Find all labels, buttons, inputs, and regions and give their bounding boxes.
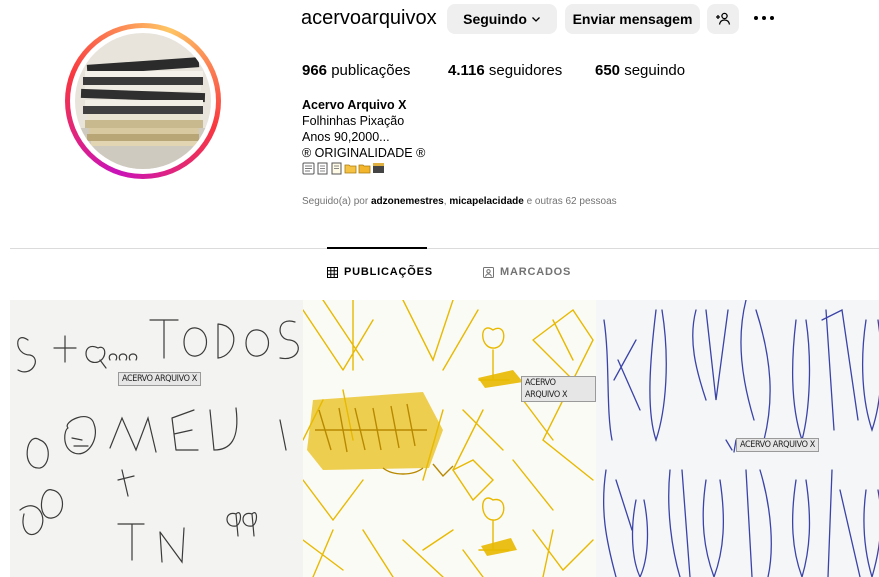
followed-by-suffix: e outras 62 pessoas xyxy=(523,196,617,207)
folder-icon xyxy=(358,162,371,175)
followed-by-user[interactable]: adzonemestres xyxy=(371,196,444,207)
post-thumbnail[interactable]: ACERVO ARQUIVO X xyxy=(303,300,596,577)
posts-count-value: 966 xyxy=(302,62,328,79)
tab-posts[interactable]: PUBLICAÇÕES xyxy=(327,266,433,278)
post-image xyxy=(303,300,596,577)
post-watermark: ACERVO ARQUIVO X xyxy=(736,438,819,452)
more-options-icon[interactable] xyxy=(752,6,776,30)
followed-by-prefix: Seguido(a) por xyxy=(302,196,371,207)
tagged-icon xyxy=(483,266,494,278)
post-thumbnail[interactable]: ACERVO ARQUIVO X xyxy=(10,300,303,577)
bio-line: Folhinhas Pixação xyxy=(302,114,405,128)
profile-avatar[interactable] xyxy=(65,23,221,179)
following-count-value: 650 xyxy=(595,62,621,79)
bio-line: ® ORIGINALIDADE ® xyxy=(302,146,426,160)
tabs-divider xyxy=(10,248,879,249)
post-watermark: ACERVO ARQUIVO X xyxy=(118,372,201,386)
bio-line: Anos 90,2000... xyxy=(302,130,390,144)
grid-icon xyxy=(327,266,338,278)
followers-link[interactable]: 4.116 seguidores xyxy=(448,62,562,79)
post-image xyxy=(10,300,303,577)
chevron-down-icon xyxy=(531,14,541,24)
avatar-image xyxy=(75,33,211,169)
followed-by-text[interactable]: Seguido(a) por adzonemestres, micapelaci… xyxy=(302,196,617,207)
tab-posts-label: PUBLICAÇÕES xyxy=(344,266,433,278)
folder-open-icon xyxy=(344,162,357,175)
posts-count: 966 publicações xyxy=(302,62,410,79)
profile-username: acervoarquivox xyxy=(301,7,437,29)
suggest-users-button[interactable] xyxy=(707,4,739,34)
following-button[interactable]: Seguindo xyxy=(447,4,557,34)
followed-by-user[interactable]: micapelacidade xyxy=(449,196,523,207)
tab-tagged[interactable]: MARCADOS xyxy=(483,266,571,278)
posts-count-label: publicações xyxy=(331,62,411,79)
following-button-label: Seguindo xyxy=(463,11,527,27)
post-watermark: ACERVO ARQUIVO X xyxy=(521,376,596,402)
following-link[interactable]: 650 seguindo xyxy=(595,62,685,79)
active-tab-indicator xyxy=(327,247,427,249)
profile-display-name: Acervo Arquivo X xyxy=(302,98,407,112)
followers-count-value: 4.116 xyxy=(448,62,485,79)
bio-emoji-row xyxy=(302,162,425,175)
tab-tagged-label: MARCADOS xyxy=(500,266,572,278)
profile-bio: Acervo Arquivo X Folhinhas Pixação Anos … xyxy=(302,97,425,175)
memo-icon xyxy=(302,162,315,175)
send-message-button[interactable]: Enviar mensagem xyxy=(565,4,700,34)
page-icon xyxy=(330,162,343,175)
document-icon xyxy=(316,162,329,175)
post-thumbnail[interactable]: ACERVO ARQUIVO X xyxy=(596,300,879,577)
following-count-label: seguindo xyxy=(624,62,686,79)
add-person-icon xyxy=(715,11,731,27)
card-box-icon xyxy=(372,162,385,175)
followers-count-label: seguidores xyxy=(488,62,563,79)
